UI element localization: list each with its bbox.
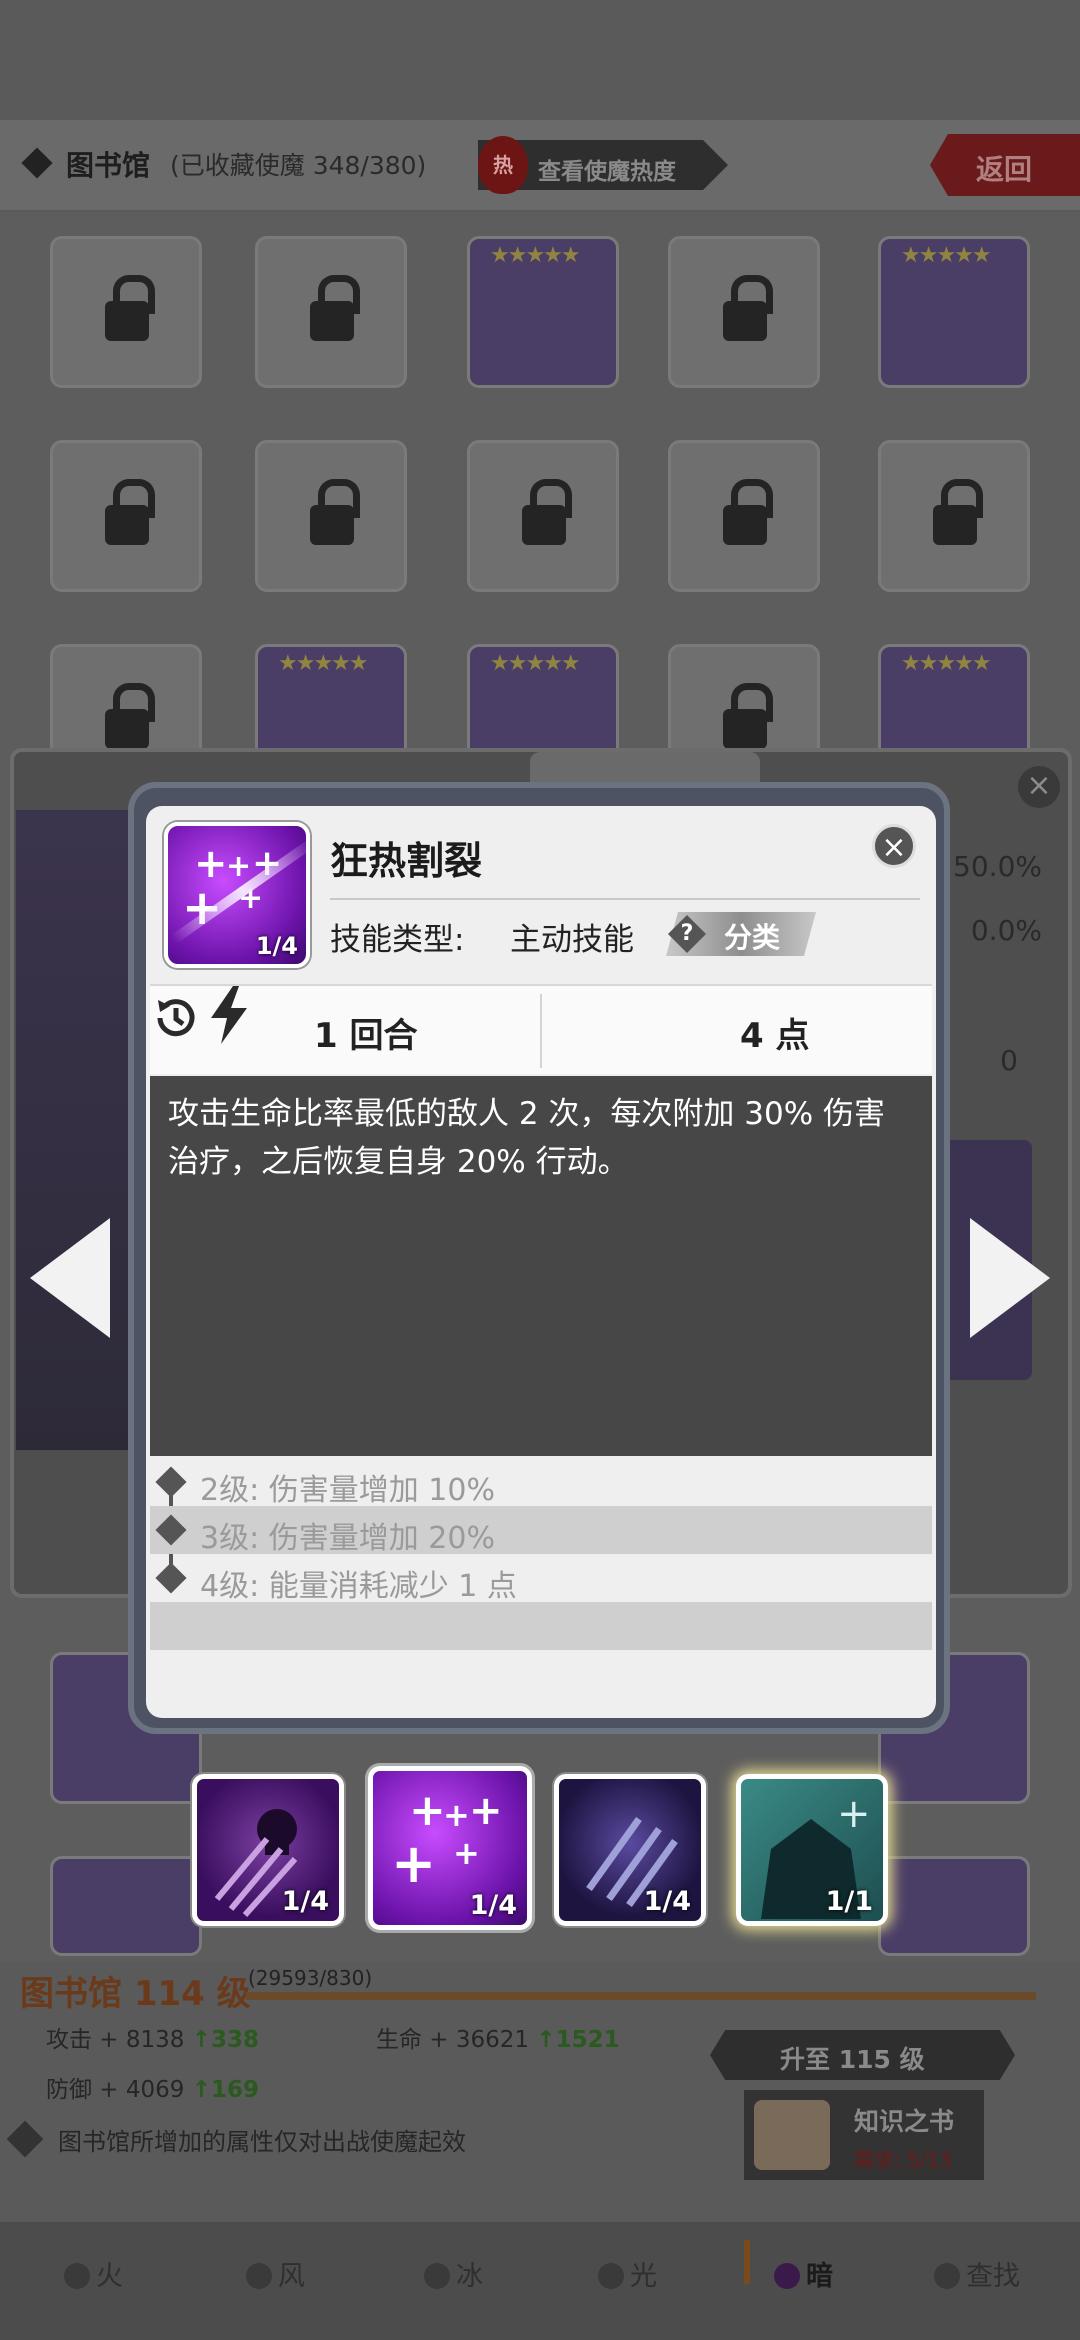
stat-value: 50.0% [953,850,1042,883]
skill-upgrade-list: 2级: 伤害量增加 10% 3级: 伤害量增加 20% 4级: 能量消耗减少 1… [150,1458,932,1668]
locked-card[interactable] [50,236,202,388]
tab-light[interactable]: 光 [598,2254,657,2293]
hp-increase: ↑1521 [536,2027,620,2053]
locked-card[interactable] [255,236,407,388]
stat-value: 0 [1000,1044,1018,1077]
library-note: 图书馆所增加的属性仅对出战使魔起效 [58,2128,466,2156]
skill-tab-level: 1/4 [469,1890,517,1921]
skill-dialog: + + + + + 1/4 狂热割裂 × 技能类型: 主动技能 ? 分类 1 回… [146,806,936,1718]
dark-icon [774,2263,800,2289]
element-tab-bar [0,2222,1080,2340]
locked-card[interactable] [668,236,820,388]
book-icon [754,2100,830,2170]
upgrade-level-text: 4级: 能量消耗减少 1 点 [200,1569,517,1604]
defense-value: 防御 + 4069 [46,2077,185,2103]
library-progress-bar [246,1992,1036,2000]
skill-description: 攻击生命比率最低的敌人 2 次，每次附加 30% 伤害治疗，之后恢复自身 20%… [168,1096,886,1180]
upgrade-button-label: 升至 115 级 [780,2045,925,2074]
skill-tab-selected[interactable]: + + + + + 1/4 [368,1766,532,1930]
creature-card[interactable] [50,1856,202,1956]
creature-card[interactable]: ★★★★★ [878,236,1030,388]
light-icon [598,2263,624,2289]
upgrade-level-row: 2级: 伤害量增加 10% [150,1458,932,1508]
stars-icon: ★★★★★ [490,243,581,268]
library-progress-text: (29593/830) [248,1966,373,1990]
skill-tab[interactable]: 1/4 [192,1774,344,1926]
skill-description-box: 攻击生命比率最低的敌人 2 次，每次附加 30% 伤害治疗，之后恢复自身 20%… [150,1076,932,1456]
upgrade-level-row [150,1602,932,1650]
panel-close-icon[interactable]: × [1018,766,1060,808]
creature-portrait [16,810,146,1450]
cooldown-value: 1 回合 [314,1016,418,1056]
skill-tab[interactable]: + 1/1 [736,1774,888,1926]
divider [330,898,920,900]
category-label: 分类 [724,921,781,954]
stat-value: 0.0% [970,914,1042,947]
skill-type-label: 技能类型: [330,922,465,958]
lightning-icon [211,986,248,1044]
attack-increase: ↑338 [191,2027,260,2053]
diamond-icon [155,1562,187,1594]
stars-icon: ★★★★★ [490,651,581,676]
search-icon [934,2263,960,2289]
attack-value: 攻击 + 8138 [46,2027,185,2053]
diamond-icon [21,147,53,179]
ice-icon [424,2263,450,2289]
tab-dark[interactable]: 暗 [774,2254,833,2293]
tab-ice[interactable]: 冰 [424,2254,483,2293]
creature-card[interactable] [878,1856,1030,1956]
skill-stats-row: 1 回合 4 点 [150,984,932,1074]
locked-card[interactable] [467,440,619,592]
locked-card[interactable] [878,440,1030,592]
tab-fire[interactable]: 火 [64,2254,123,2293]
energy-cost-value: 4 点 [740,1016,810,1056]
stars-icon: ★★★★★ [901,651,992,676]
skill-level-badge: 1/4 [255,932,298,960]
upgrade-level-row: 3级: 伤害量增加 20% [150,1506,932,1556]
locked-card[interactable] [668,440,820,592]
hp-stat: 生命 + 36621 ↑1521 [376,2020,620,2054]
defense-increase: ↑169 [191,2077,260,2103]
upgrade-level-row: 4级: 能量消耗减少 1 点 [150,1554,932,1604]
tab-search[interactable]: 查找 [934,2254,1020,2293]
top-bar: 图书馆 (已收藏使魔 348/380) 查看使魔热度 热 返回 [0,120,1080,210]
wind-icon [246,2263,272,2289]
back-button-label: 返回 [976,153,1033,186]
tab-wind[interactable]: 风 [246,2254,305,2293]
attack-stat: 攻击 + 8138 ↑338 [46,2020,259,2054]
back-button[interactable]: 返回 [930,134,1080,196]
page-title: 图书馆 [66,149,151,182]
skill-tab[interactable]: 1/4 [554,1774,706,1926]
locked-card[interactable] [255,440,407,592]
skill-tab-level: 1/4 [281,1886,329,1917]
skill-icon: + + + + + 1/4 [164,822,310,968]
book-name: 知识之书 [854,2107,955,2136]
active-tab-indicator [744,2240,750,2284]
diamond-icon [155,1466,187,1498]
close-icon[interactable]: × [872,824,916,868]
locked-card[interactable] [50,440,202,592]
hp-value: 生命 + 36621 [376,2027,530,2053]
divider [540,994,542,1068]
upgrade-level-text: 3级: 伤害量增加 20% [200,1521,495,1556]
skill-type-value: 主动技能 [510,922,634,958]
svg-text:+: + [837,1791,871,1837]
skill-tab-level: 1/4 [643,1886,691,1917]
book-requirement-count: 需求: 5/13 [854,2148,953,2172]
clock-icon [157,999,195,1037]
skill-tab-level: 1/1 [825,1886,873,1917]
diamond-icon [155,1514,187,1546]
collection-count: (已收藏使魔 348/380) [170,151,427,180]
fire-icon [64,2263,90,2289]
heat-button-label: 查看使魔热度 [538,159,676,185]
creature-card[interactable]: ★★★★★ [467,236,619,388]
heat-icon: 热 [478,136,528,194]
skill-name: 狂热割裂 [330,839,483,883]
stars-icon: ★★★★★ [901,243,992,268]
defense-stat: 防御 + 4069 ↑169 [46,2070,259,2104]
upgrade-level-text: 2级: 伤害量增加 10% [200,1473,495,1508]
stars-icon: ★★★★★ [278,651,369,676]
library-level: 图书馆 114 级 [20,1974,251,2014]
